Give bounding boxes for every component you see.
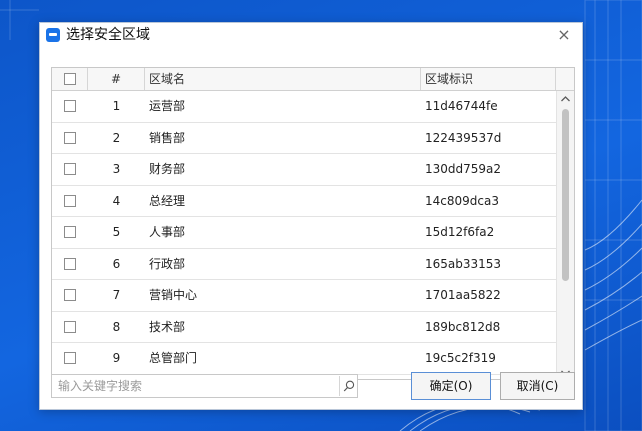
row-number: 9	[112, 351, 121, 365]
row-zone-id: 15d12f6fa2	[425, 225, 495, 239]
header-spacer	[556, 68, 574, 90]
table-row[interactable]: 2 销售部 122439537d	[52, 123, 556, 154]
table-row[interactable]: 3 财务部 130dd759a2	[52, 154, 556, 186]
row-zone-id: 165ab33153	[425, 256, 502, 271]
row-zone-name: 总管部门	[149, 351, 198, 365]
row-checkbox[interactable]	[64, 257, 76, 270]
row-number: 2	[112, 130, 121, 145]
row-zone-name: 行政部	[149, 256, 186, 271]
row-zone-id: 14c809dca3	[425, 193, 499, 208]
row-checkbox[interactable]	[64, 289, 76, 301]
row-checkbox[interactable]	[64, 226, 76, 238]
search-box	[51, 374, 358, 398]
row-zone-name: 销售部	[149, 130, 186, 145]
row-zone-id: 1701aa5822	[425, 288, 501, 302]
row-zone-id: 11d46744fe	[425, 99, 498, 113]
table-row[interactable]: 9 总管部门 19c5c2f319	[52, 343, 556, 375]
search-input[interactable]	[52, 375, 336, 397]
search-button[interactable]	[339, 376, 357, 396]
row-number: 4	[112, 193, 121, 208]
zone-table: # 区域名 区域标识 1 运营部 11d46744fe 2 销售部 122439…	[51, 67, 575, 380]
row-zone-name: 总经理	[149, 193, 186, 208]
table-row[interactable]: 1 运营部 11d46744fe	[52, 91, 556, 123]
title-bar: 选择安全区域 ×	[40, 23, 582, 47]
row-number: 7	[112, 288, 121, 302]
scrollbar-thumb[interactable]	[562, 109, 569, 281]
table-row[interactable]: 7 营销中心 1701aa5822	[52, 280, 556, 312]
table-header: # 区域名 区域标识	[52, 68, 574, 91]
scroll-up-icon[interactable]	[557, 91, 574, 107]
row-checkbox[interactable]	[64, 163, 76, 175]
table-row[interactable]: 4 总经理 14c809dca3	[52, 186, 556, 217]
app-logo-icon	[46, 28, 60, 42]
row-zone-id: 122439537d	[425, 130, 502, 145]
table-row[interactable]: 8 技术部 189bc812d8	[52, 312, 556, 343]
row-number: 5	[112, 225, 121, 239]
row-zone-name: 人事部	[149, 225, 186, 239]
row-checkbox[interactable]	[64, 194, 76, 207]
row-checkbox[interactable]	[64, 352, 76, 364]
row-zone-name: 营销中心	[149, 288, 198, 302]
vertical-scrollbar[interactable]	[556, 91, 574, 379]
header-zone-name[interactable]: 区域名	[145, 68, 421, 90]
header-zone-id[interactable]: 区域标识	[421, 68, 556, 90]
row-checkbox[interactable]	[64, 100, 76, 112]
cancel-button[interactable]: 取消(C)	[500, 372, 575, 400]
row-zone-id: 19c5c2f319	[425, 351, 496, 365]
header-select-all-cell	[52, 68, 88, 90]
row-zone-id: 189bc812d8	[425, 319, 501, 334]
select-all-checkbox[interactable]	[64, 73, 76, 85]
row-number: 6	[112, 256, 121, 271]
select-security-zone-dialog: 选择安全区域 × # 区域名 区域标识 1 运营部 11d46744fe 2 销…	[39, 22, 583, 410]
table-row[interactable]: 6 行政部 165ab33153	[52, 249, 556, 280]
search-icon	[343, 380, 355, 392]
row-zone-name: 财务部	[149, 162, 186, 176]
row-number: 8	[112, 319, 121, 334]
table-row[interactable]: 5 人事部 15d12f6fa2	[52, 217, 556, 249]
table-body: 1 运营部 11d46744fe 2 销售部 122439537d 3 财务部 …	[52, 91, 556, 379]
row-checkbox[interactable]	[64, 320, 76, 333]
header-number: #	[88, 68, 145, 90]
row-number: 3	[112, 162, 121, 176]
row-zone-name: 运营部	[149, 99, 186, 113]
ok-button[interactable]: 确定(O)	[411, 372, 491, 400]
dialog-title: 选择安全区域	[66, 27, 150, 43]
row-zone-name: 技术部	[149, 319, 186, 334]
row-checkbox[interactable]	[64, 131, 76, 144]
row-zone-id: 130dd759a2	[425, 162, 502, 176]
row-number: 1	[112, 99, 121, 113]
close-icon[interactable]: ×	[554, 25, 574, 45]
